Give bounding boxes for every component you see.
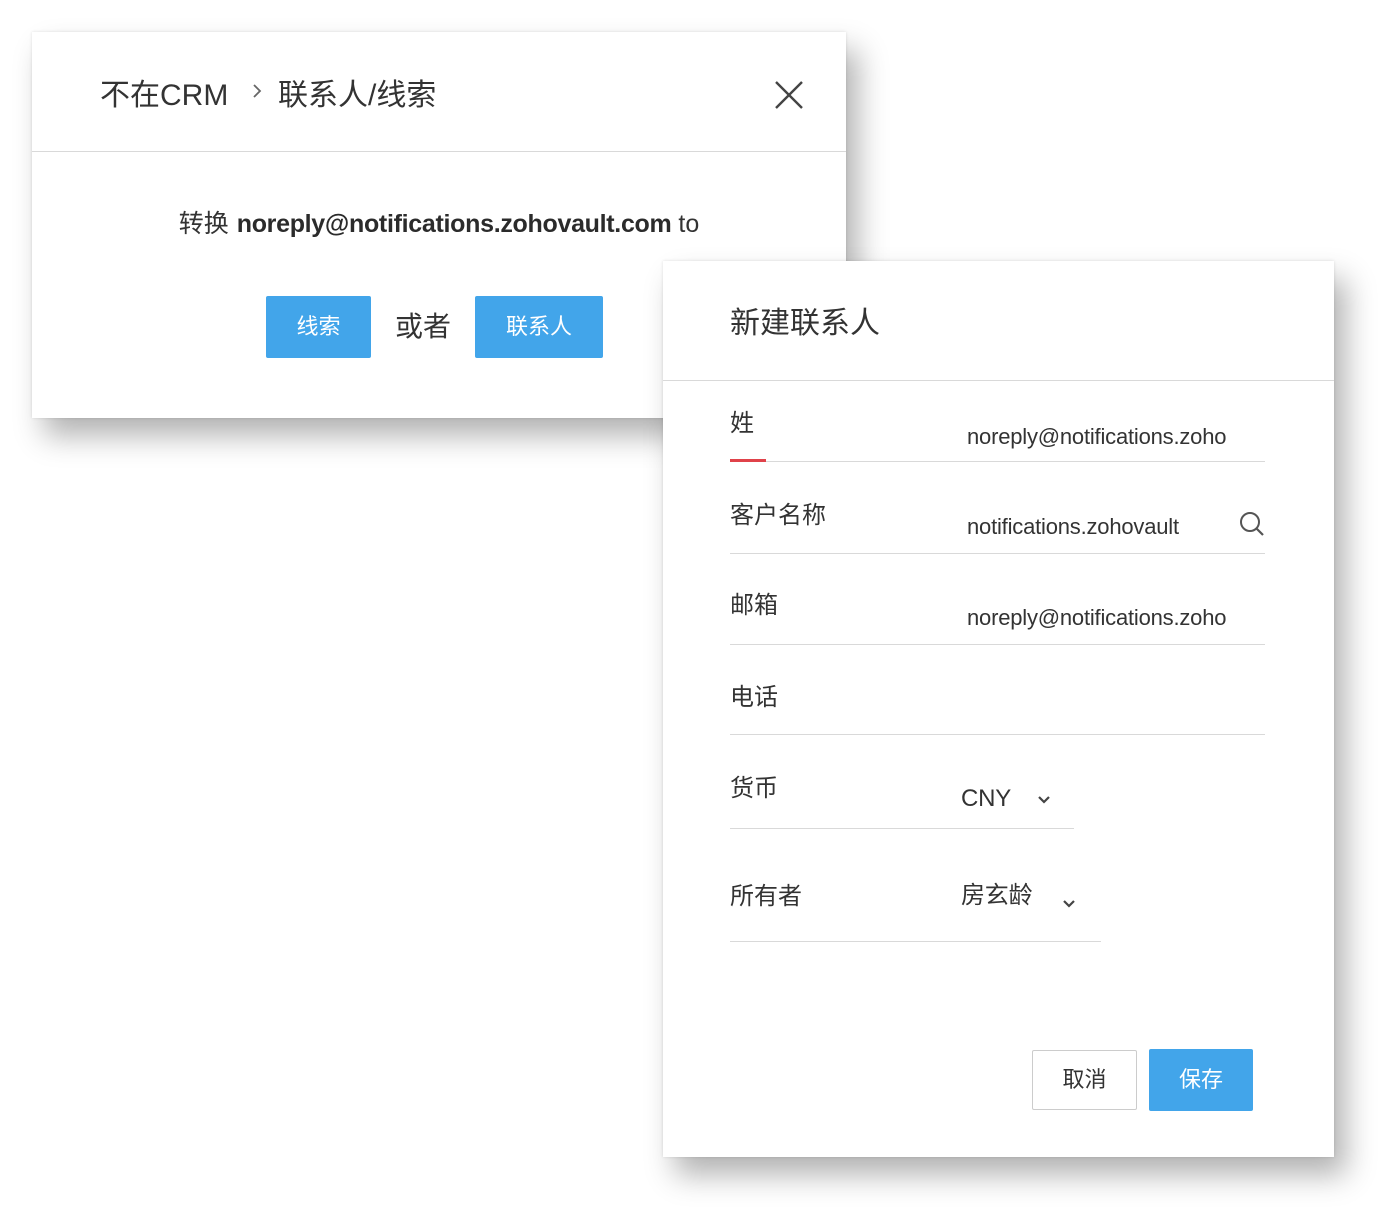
breadcrumb-current: 联系人/线索 (278, 79, 437, 112)
email-input[interactable]: noreply@notifications.zoho (967, 604, 1262, 632)
last-name-input[interactable]: noreply@notifications.zoho (967, 423, 1262, 451)
account-name-input[interactable]: notifications.zohovault (967, 513, 1217, 541)
owner-field[interactable]: 所有者 房玄龄 (730, 861, 1101, 942)
cancel-button[interactable]: 取消 (1032, 1050, 1137, 1110)
convert-dialog-header: 不在CRM 联系人/线索 (32, 32, 846, 152)
phone-field[interactable]: 电话 (730, 674, 1265, 735)
convert-suffix: to (678, 210, 700, 238)
phone-label: 电话 (730, 684, 778, 711)
currency-select[interactable]: CNY (961, 784, 1011, 814)
account-name-label: 客户名称 (730, 502, 826, 529)
convert-message: 转换 noreply@notifications.zohovault.com to (32, 206, 846, 242)
convert-email: noreply@notifications.zohovault.com (236, 210, 672, 238)
currency-field[interactable]: 货币 CNY (730, 766, 1074, 829)
save-button[interactable]: 保存 (1149, 1049, 1253, 1111)
chevron-down-icon[interactable] (1061, 898, 1077, 910)
email-field[interactable]: 邮箱 noreply@notifications.zoho (730, 583, 1265, 645)
last-name-label: 姓 (730, 410, 754, 437)
convert-to-lead-button[interactable]: 线索 (266, 296, 371, 358)
new-contact-header: 新建联系人 (663, 261, 1334, 381)
owner-label: 所有者 (730, 883, 802, 910)
currency-label: 货币 (730, 775, 778, 802)
convert-verb: 转换 (178, 210, 229, 238)
required-indicator (730, 459, 766, 462)
search-icon[interactable] (1239, 511, 1265, 537)
account-name-field[interactable]: 客户名称 notifications.zohovault (730, 491, 1265, 554)
breadcrumb-parent[interactable]: 不在CRM (100, 78, 228, 114)
chevron-down-icon[interactable] (1036, 794, 1052, 806)
new-contact-dialog: 新建联系人 姓 noreply@notifications.zoho 客户名称 … (663, 261, 1334, 1157)
or-separator: 或者 (394, 311, 451, 342)
owner-select[interactable]: 房玄龄 (961, 881, 1032, 911)
convert-to-contact-button[interactable]: 联系人 (475, 296, 603, 358)
last-name-field[interactable]: 姓 noreply@notifications.zoho (730, 401, 1265, 462)
close-icon[interactable] (772, 78, 806, 112)
new-contact-title: 新建联系人 (730, 307, 880, 340)
chevron-right-icon (253, 84, 262, 98)
email-label: 邮箱 (730, 592, 778, 619)
